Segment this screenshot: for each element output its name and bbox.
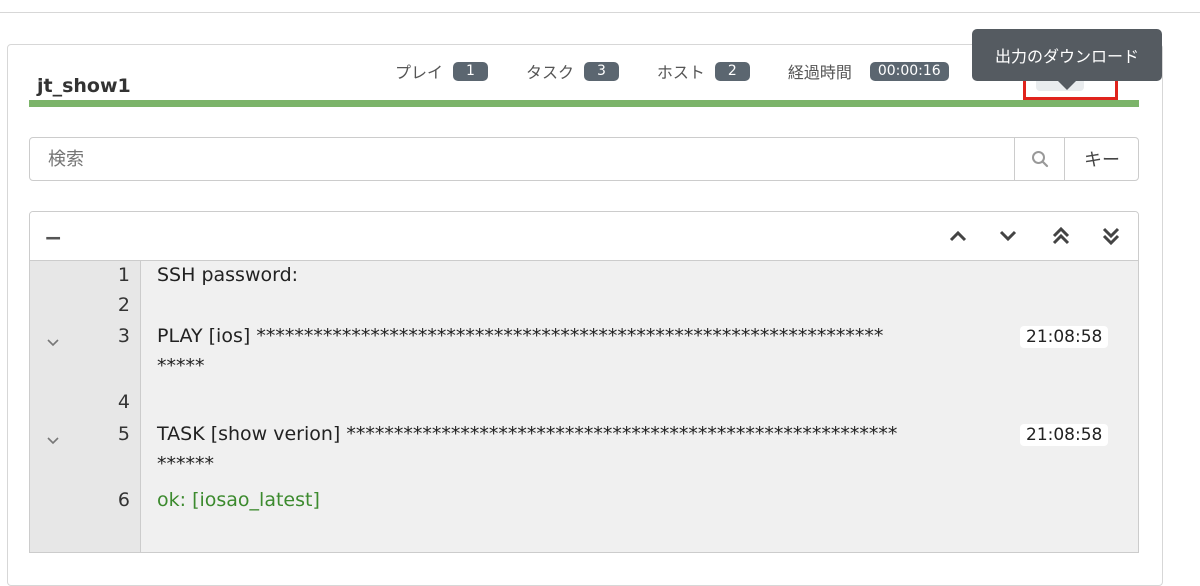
output-line-task: TASK [show verion] *********************… <box>157 423 898 445</box>
search-input[interactable] <box>46 138 950 182</box>
line-number: 4 <box>117 391 130 413</box>
tasks-count-badge: 3 <box>583 61 619 81</box>
search-button[interactable] <box>1014 138 1064 180</box>
chevron-down-icon <box>999 230 1017 242</box>
line-number: 5 <box>117 423 130 445</box>
scroll-up-button[interactable] <box>947 225 969 247</box>
stat-label-hosts: ホスト <box>656 63 705 82</box>
output-line-ok: ok: [iosao_latest] <box>157 489 320 511</box>
line-number: 6 <box>117 489 130 511</box>
output-line: SSH password: <box>157 264 299 286</box>
job-stats: プレイ 1 タスク 3 ホスト 2 経過時間 00:00:16 <box>395 60 949 82</box>
line-timestamp: 21:08:58 <box>1020 424 1109 446</box>
output-line-continuation: ****** <box>157 453 214 475</box>
job-progress-bar <box>29 100 1139 107</box>
output-toolbar: − <box>30 212 1138 261</box>
collapse-play-toggle[interactable] <box>46 333 60 347</box>
stat-label-tasks: タスク <box>525 63 574 82</box>
chevron-up-icon <box>949 230 967 242</box>
chevron-down-icon <box>47 339 59 347</box>
job-title: jt_show1 <box>37 75 131 97</box>
output-line-continuation: ***** <box>157 355 205 377</box>
line-number: 2 <box>117 294 130 316</box>
double-chevron-up-icon <box>1052 226 1070 245</box>
collapse-task-toggle[interactable] <box>46 431 60 445</box>
chevron-down-icon <box>47 437 59 445</box>
double-chevron-down-icon <box>1102 227 1120 246</box>
job-stdout: − 1 SSH password: 2 3 PLAY [ios] *******… <box>29 211 1139 553</box>
stat-label-elapsed: 経過時間 <box>787 63 852 82</box>
output-line-play: PLAY [ios] *****************************… <box>157 325 884 347</box>
download-tooltip: 出力のダウンロード <box>972 29 1162 81</box>
elapsed-time-badge: 00:00:16 <box>869 61 949 81</box>
line-number: 1 <box>117 264 130 286</box>
search-key-button[interactable]: キー <box>1064 138 1139 180</box>
line-timestamp: 21:08:58 <box>1020 326 1109 348</box>
stat-label-plays: プレイ <box>395 63 444 82</box>
search-icon <box>1031 151 1048 168</box>
line-number: 3 <box>117 325 130 347</box>
plays-count-badge: 1 <box>453 61 488 81</box>
tooltip-arrow <box>1058 81 1076 90</box>
top-divider <box>0 12 1200 13</box>
collapse-all-button[interactable]: − <box>44 226 62 251</box>
hosts-count-badge: 2 <box>714 61 750 81</box>
scroll-to-top-button[interactable] <box>1050 225 1072 247</box>
scroll-down-button[interactable] <box>997 225 1019 247</box>
scroll-to-bottom-button[interactable] <box>1100 225 1122 247</box>
search-bar: キー <box>29 137 1139 182</box>
